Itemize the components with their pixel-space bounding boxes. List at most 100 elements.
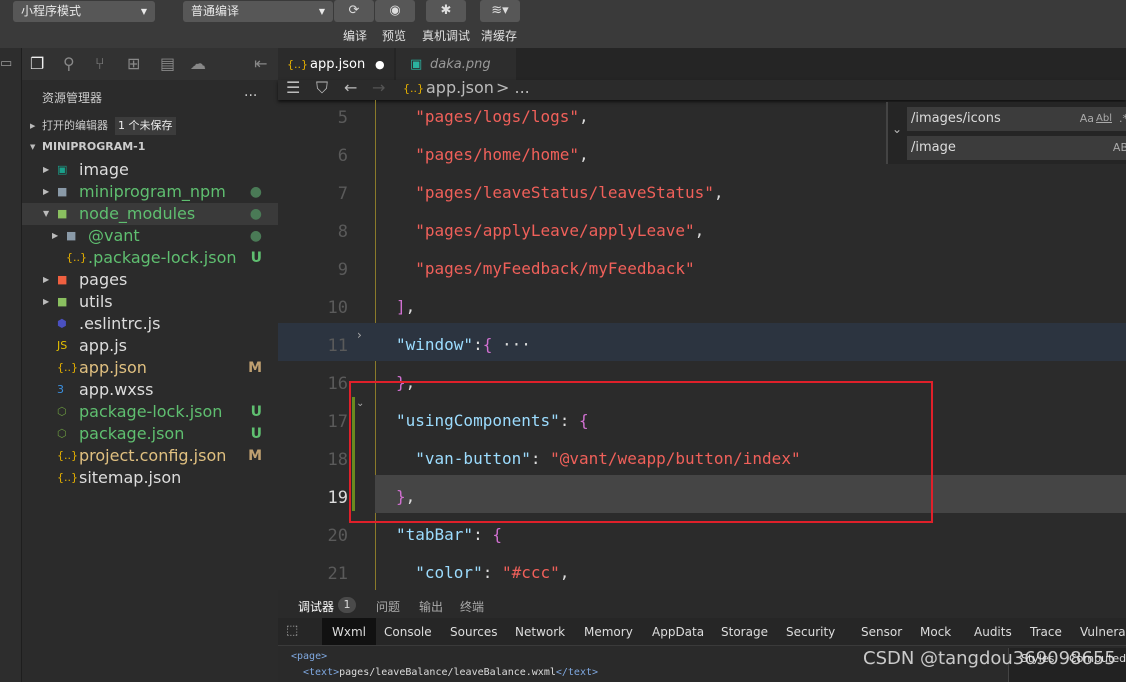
tree-item-label: @vant — [88, 226, 140, 245]
devtools-tab-network[interactable]: Network — [505, 618, 575, 645]
tab-app-json[interactable]: {..} app.json ● — [278, 48, 394, 80]
line-number: 9 — [337, 260, 348, 280]
replace-input[interactable]: /image AB — [907, 136, 1126, 160]
tree-item[interactable]: {..} app.json M — [22, 357, 278, 379]
code-line[interactable]: "pages/applyLeave/applyLeave", — [396, 221, 704, 240]
devtools-tab-vulnerab[interactable]: Vulnerab — [1070, 618, 1126, 645]
code-line[interactable]: ], — [396, 297, 415, 316]
devtools-tab-memory[interactable]: Memory — [574, 618, 643, 645]
compile-button[interactable]: ⟳ — [334, 0, 374, 22]
file-icon: ■ — [57, 273, 68, 286]
tree-item[interactable]: ▼ ■ node_modules ● — [22, 203, 278, 225]
file-icon: ⬡ — [57, 427, 67, 440]
code-line[interactable]: "pages/logs/logs", — [396, 107, 588, 126]
devtools-tab-wxml[interactable]: Wxml — [322, 618, 376, 645]
bookmark-icon[interactable]: ⛉ — [316, 78, 328, 98]
tab-debugger[interactable]: 调试器 — [298, 598, 335, 619]
breadcrumb-more[interactable]: > ... — [496, 78, 530, 97]
find-input[interactable]: /images/icons Aa Abl .* — [907, 107, 1126, 131]
devtools-tab-security[interactable]: Security — [776, 618, 845, 645]
remote-debug-button[interactable]: ✱ — [426, 0, 466, 22]
tree-item[interactable]: ⬡ package.json U — [22, 423, 278, 445]
match-case-toggle[interactable]: Aa — [1080, 107, 1094, 131]
tree-item[interactable]: ▶ ■ pages — [22, 269, 278, 291]
tree-item[interactable]: {..} project.config.json M — [22, 445, 278, 467]
whole-word-toggle[interactable]: Abl — [1096, 107, 1112, 131]
code-line[interactable]: "tabBar": { — [396, 525, 502, 544]
devtools-tab-trace[interactable]: Trace — [1020, 618, 1072, 645]
devtools-tab-console[interactable]: Console — [374, 618, 442, 645]
devtools-tab-storage[interactable]: Storage — [711, 618, 778, 645]
devtools-tab-audits[interactable]: Audits — [964, 618, 1022, 645]
unsaved-dot-icon[interactable]: ● — [375, 48, 385, 82]
regex-toggle[interactable]: .* — [1119, 107, 1126, 131]
devtools-tab-sources[interactable]: Sources — [440, 618, 507, 645]
git-status: ● — [249, 228, 262, 244]
tree-item[interactable]: ▶ ■ utils — [22, 291, 278, 313]
code-line[interactable]: "color": "#ccc", — [396, 563, 569, 582]
storage-icon[interactable]: ▤ — [160, 54, 175, 73]
tree-item[interactable]: ▶ ■ @vant ● — [22, 225, 278, 247]
files-icon[interactable]: ❐ — [30, 54, 44, 73]
remote-debug-label: 真机调试 — [422, 29, 471, 43]
devtools-tab-appdata[interactable]: AppData — [642, 618, 714, 645]
fold-expand-icon[interactable]: › — [357, 328, 362, 342]
toggle-replace-icon[interactable]: ⌄ — [892, 122, 902, 136]
docker-icon[interactable]: ☁ — [190, 54, 206, 73]
forward-arrow-icon[interactable]: → — [372, 78, 385, 97]
replace-value: /image — [911, 140, 956, 155]
file-icon: ⬡ — [57, 405, 67, 418]
breadcrumb-file[interactable]: app.json — [426, 78, 494, 97]
watermark: CSDN @tangdou369098655 — [863, 648, 1116, 669]
project-section[interactable]: ▼ MINIPROGRAM-1 — [22, 137, 278, 157]
tab-output[interactable]: 输出 — [419, 598, 443, 615]
tree-item[interactable]: 3 app.wxss — [22, 379, 278, 401]
devtools-tab-sensor[interactable]: Sensor — [851, 618, 912, 645]
simulator-icon[interactable]: ▭ — [0, 56, 12, 71]
tree-item[interactable]: ▶ ■ miniprogram_npm ● — [22, 181, 278, 203]
tree-item-label: node_modules — [79, 204, 196, 223]
git-branch-icon[interactable]: ⑂ — [95, 54, 105, 73]
tree-item[interactable]: ⬢ .eslintrc.js — [22, 313, 278, 335]
tree-item[interactable]: ⬡ package-lock.json U — [22, 401, 278, 423]
collapse-panel-icon[interactable]: ⇤ — [254, 54, 267, 73]
git-status: ● — [249, 206, 262, 222]
compile-mode-select[interactable]: 普通编译 ▼ — [183, 1, 333, 22]
inspect-element-icon[interactable]: ⬚ — [286, 623, 298, 638]
layers-icon: ≋▾ — [491, 3, 509, 18]
search-icon[interactable]: ⚲ — [63, 54, 75, 73]
preview-button[interactable]: ◉ — [375, 0, 415, 22]
tree-item[interactable]: JS app.js — [22, 335, 278, 357]
extensions-icon[interactable]: ⊞ — [127, 54, 140, 73]
clear-cache-button[interactable]: ≋▾ — [480, 0, 520, 22]
mode-select[interactable]: 小程序模式 ▼ — [13, 1, 155, 22]
line-number: 19 — [327, 488, 348, 508]
compile-mode-value: 普通编译 — [191, 4, 240, 18]
file-icon: {..} — [57, 471, 78, 484]
code-line[interactable]: "window":{ ··· — [396, 335, 531, 354]
open-editors-section[interactable]: ▶ 打开的编辑器 1 个未保存 — [22, 115, 278, 137]
find-replace-widget: ⌄ /images/icons Aa Abl .* /image AB — [886, 102, 1126, 164]
tree-item[interactable]: {..} .package-lock.json U — [22, 247, 278, 269]
more-actions-button[interactable]: ... — [244, 84, 257, 100]
file-icon: ■ — [57, 295, 68, 308]
tab-daka-png[interactable]: ▣ daka.png — [396, 48, 516, 80]
code-token: ] — [396, 297, 406, 316]
code-token: , — [713, 183, 724, 202]
code-token: { — [492, 525, 502, 544]
code-line[interactable]: "pages/home/home", — [396, 145, 588, 164]
preserve-case-toggle[interactable]: AB — [1113, 136, 1126, 160]
code-token: , — [405, 297, 416, 316]
tab-terminal[interactable]: 终端 — [460, 598, 484, 615]
wxml-page-node[interactable]: <page> — [291, 651, 327, 662]
mode-value: 小程序模式 — [21, 4, 82, 18]
code-line[interactable]: "pages/myFeedback/myFeedback" — [396, 259, 694, 278]
devtools-tab-mock[interactable]: Mock — [910, 618, 961, 645]
tree-item[interactable]: {..} sitemap.json — [22, 467, 278, 489]
tree-item[interactable]: ▶ ▣ image — [22, 159, 278, 181]
code-line[interactable]: "pages/leaveStatus/leaveStatus", — [396, 183, 724, 202]
tab-problems[interactable]: 问题 — [376, 598, 400, 615]
back-arrow-icon[interactable]: ← — [344, 78, 357, 97]
wxml-text-node[interactable]: <text>pages/leaveBalance/leaveBalance.wx… — [303, 667, 598, 678]
list-icon[interactable]: ☰ — [286, 78, 300, 97]
